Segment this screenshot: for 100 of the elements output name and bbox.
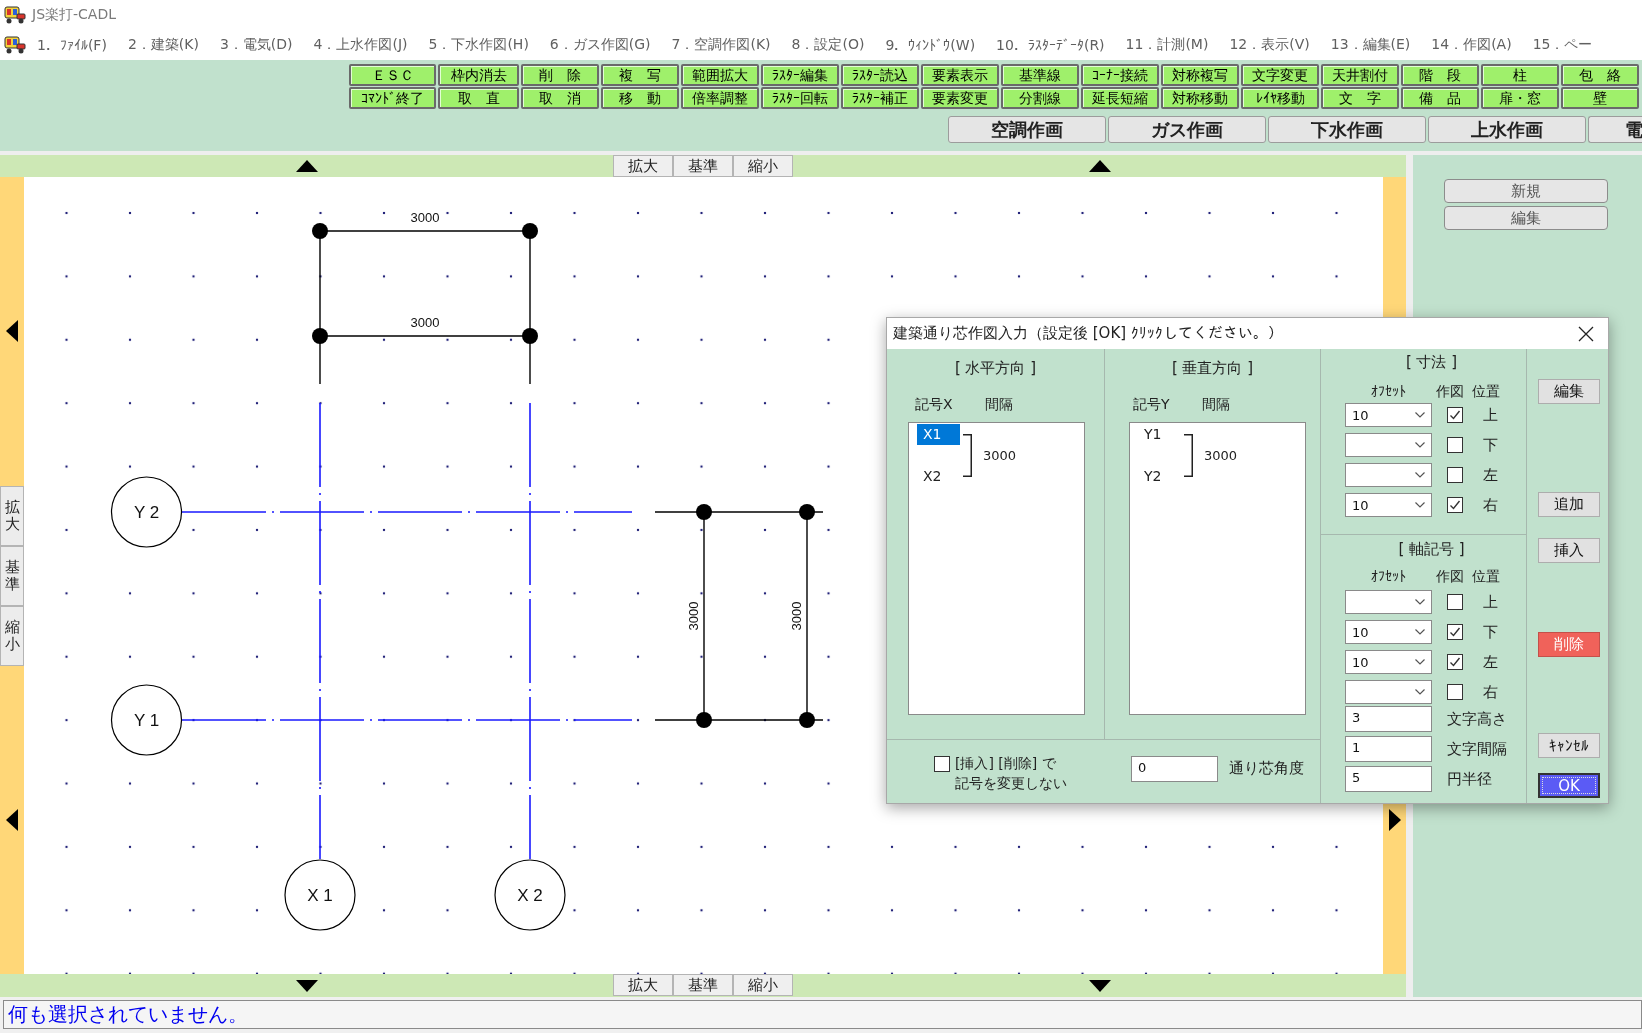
input-field[interactable]: 1 xyxy=(1345,736,1432,762)
mode-button[interactable]: ガス作画 xyxy=(1108,116,1266,143)
panel-button[interactable]: 編集 xyxy=(1444,206,1608,230)
view-button[interactable]: 縮小 xyxy=(0,605,24,666)
mode-button[interactable]: 上水作画 xyxy=(1428,116,1586,143)
menu-item[interactable]: 10．ﾗｽﾀｰﾃﾞｰﾀ(R) xyxy=(996,37,1105,53)
dialog-button[interactable]: 編集 xyxy=(1538,379,1600,404)
dropdown[interactable]: 10 xyxy=(1345,493,1432,517)
tool-button[interactable]: ｺｰﾅｰ接続 xyxy=(1081,64,1159,86)
tool-button[interactable]: 文字変更 xyxy=(1241,64,1319,86)
tool-button[interactable]: 枠内消去 xyxy=(438,64,519,86)
tool-button[interactable]: ＥＳＣ xyxy=(349,64,436,86)
view-button[interactable]: 拡大 xyxy=(0,485,24,546)
dropdown[interactable]: 10 xyxy=(1345,650,1432,674)
menu-item[interactable]: 3．電気(D) xyxy=(219,36,293,54)
tool-button[interactable]: 複 写 xyxy=(601,64,679,86)
tool-button[interactable]: 取 消 xyxy=(521,87,599,109)
tool-button[interactable]: ﾚｲﾔ移動 xyxy=(1241,87,1319,109)
view-button[interactable]: 基準 xyxy=(673,974,733,996)
menu-item[interactable]: 12．表示(V) xyxy=(1229,36,1310,54)
tool-button[interactable]: 階 段 xyxy=(1401,64,1479,86)
dropdown[interactable] xyxy=(1345,680,1432,704)
tool-button[interactable]: 対称複写 xyxy=(1161,64,1239,86)
chevron-down-icon[interactable] xyxy=(1415,442,1425,448)
tool-button[interactable]: 備 品 xyxy=(1401,87,1479,109)
checkbox[interactable] xyxy=(1447,437,1463,453)
chevron-down-icon[interactable] xyxy=(1415,412,1425,418)
view-button[interactable]: 縮小 xyxy=(733,974,793,996)
menu-item[interactable]: 13．編集(E) xyxy=(1330,36,1411,54)
tool-button[interactable]: 延長短縮 xyxy=(1081,87,1159,109)
tool-button[interactable]: 分割線 xyxy=(1001,87,1079,109)
chevron-down-icon[interactable] xyxy=(1415,472,1425,478)
dialog-button[interactable]: ｷｬﾝｾﾙ xyxy=(1538,733,1600,758)
checkbox[interactable] xyxy=(1447,684,1463,700)
tool-button[interactable]: 削 除 xyxy=(521,64,599,86)
chevron-down-icon[interactable] xyxy=(1415,599,1425,605)
view-button[interactable]: 基準 xyxy=(0,545,24,606)
menu-item[interactable]: 7．空調作図(K) xyxy=(671,36,771,54)
menu-item[interactable]: 6．ガス作図(G) xyxy=(549,36,651,54)
tool-button[interactable]: 要素表示 xyxy=(921,64,999,86)
tool-button[interactable]: 移 動 xyxy=(601,87,679,109)
arrow-down-icon[interactable] xyxy=(1088,979,1111,992)
input-field[interactable]: 5 xyxy=(1345,766,1432,792)
chevron-down-icon[interactable] xyxy=(1415,689,1425,695)
checkbox[interactable] xyxy=(1447,654,1463,670)
input-field[interactable]: 0 xyxy=(1131,756,1218,782)
menu-item[interactable]: 15．ペー xyxy=(1532,36,1593,54)
tool-button[interactable]: 取 直 xyxy=(438,87,519,109)
input-field[interactable]: 3 xyxy=(1345,706,1432,732)
arrow-down-icon[interactable] xyxy=(295,979,318,992)
list-item[interactable]: X1 xyxy=(917,424,960,445)
dialog-button[interactable]: 挿入 xyxy=(1538,538,1600,563)
checkbox[interactable] xyxy=(1447,467,1463,483)
list-box[interactable]: Y1 3000 Y2 xyxy=(1129,422,1306,715)
chevron-down-icon[interactable] xyxy=(1415,659,1425,665)
dialog-button[interactable]: 追加 xyxy=(1538,492,1600,517)
dropdown[interactable]: 10 xyxy=(1345,403,1432,427)
arrow-up-icon[interactable] xyxy=(1088,160,1111,172)
menu-item[interactable]: 1．ﾌｧｲﾙ(F) xyxy=(37,37,107,53)
menu-item[interactable]: 9．ｳｨﾝﾄﾞｳ(W) xyxy=(885,37,976,53)
view-button[interactable]: 拡大 xyxy=(613,974,673,996)
arrow-right-icon[interactable] xyxy=(1388,809,1401,831)
arrow-up-icon[interactable] xyxy=(295,160,318,172)
dropdown[interactable] xyxy=(1345,433,1432,457)
dropdown[interactable] xyxy=(1345,463,1432,487)
list-item[interactable]: Y2 xyxy=(1138,466,1181,487)
tool-button[interactable]: 基準線 xyxy=(1001,64,1079,86)
arrow-left-icon[interactable] xyxy=(6,320,18,343)
checkbox[interactable] xyxy=(1447,594,1463,610)
tool-button[interactable]: ｺﾏﾝﾄﾞ終了 xyxy=(349,87,436,109)
view-button[interactable]: 拡大 xyxy=(613,155,673,177)
view-button[interactable]: 縮小 xyxy=(733,155,793,177)
tool-button[interactable]: 範囲拡大 xyxy=(681,64,759,86)
menu-item[interactable]: 14．作図(A) xyxy=(1431,36,1512,54)
list-item[interactable]: X2 xyxy=(917,466,960,487)
mode-button[interactable]: 空調作画 xyxy=(948,116,1106,143)
list-box[interactable]: X1 3000 X2 xyxy=(908,422,1085,715)
checkbox[interactable] xyxy=(934,756,950,772)
tool-button[interactable]: ﾗｽﾀｰ読込 xyxy=(841,64,919,86)
tool-button[interactable]: 対称移動 xyxy=(1161,87,1239,109)
dropdown[interactable]: 10 xyxy=(1345,620,1432,644)
menu-item[interactable]: 4．上水作図(J) xyxy=(313,36,408,54)
tool-button[interactable]: ﾗｽﾀｰ編集 xyxy=(761,64,839,86)
tool-button[interactable]: ﾗｽﾀｰ補正 xyxy=(841,87,919,109)
list-item[interactable]: Y1 xyxy=(1138,424,1181,445)
checkbox[interactable] xyxy=(1447,624,1463,640)
checkbox[interactable] xyxy=(1447,407,1463,423)
menu-item[interactable]: 11．計測(M) xyxy=(1125,36,1209,54)
tool-button[interactable]: 文 字 xyxy=(1321,87,1399,109)
menu-item[interactable]: 2．建築(K) xyxy=(127,36,199,54)
tool-button[interactable]: ﾗｽﾀｰ回転 xyxy=(761,87,839,109)
menu-item[interactable]: 8．設定(O) xyxy=(791,36,865,54)
tool-button[interactable]: 要素変更 xyxy=(921,87,999,109)
dialog-button[interactable]: OK xyxy=(1538,773,1600,798)
tool-button[interactable]: 柱 xyxy=(1481,64,1559,86)
close-icon[interactable] xyxy=(1578,325,1594,342)
chevron-down-icon[interactable] xyxy=(1415,502,1425,508)
tool-button[interactable]: 壁 xyxy=(1561,87,1639,109)
tool-button[interactable]: 扉・窓 xyxy=(1481,87,1559,109)
dropdown[interactable] xyxy=(1345,590,1432,614)
